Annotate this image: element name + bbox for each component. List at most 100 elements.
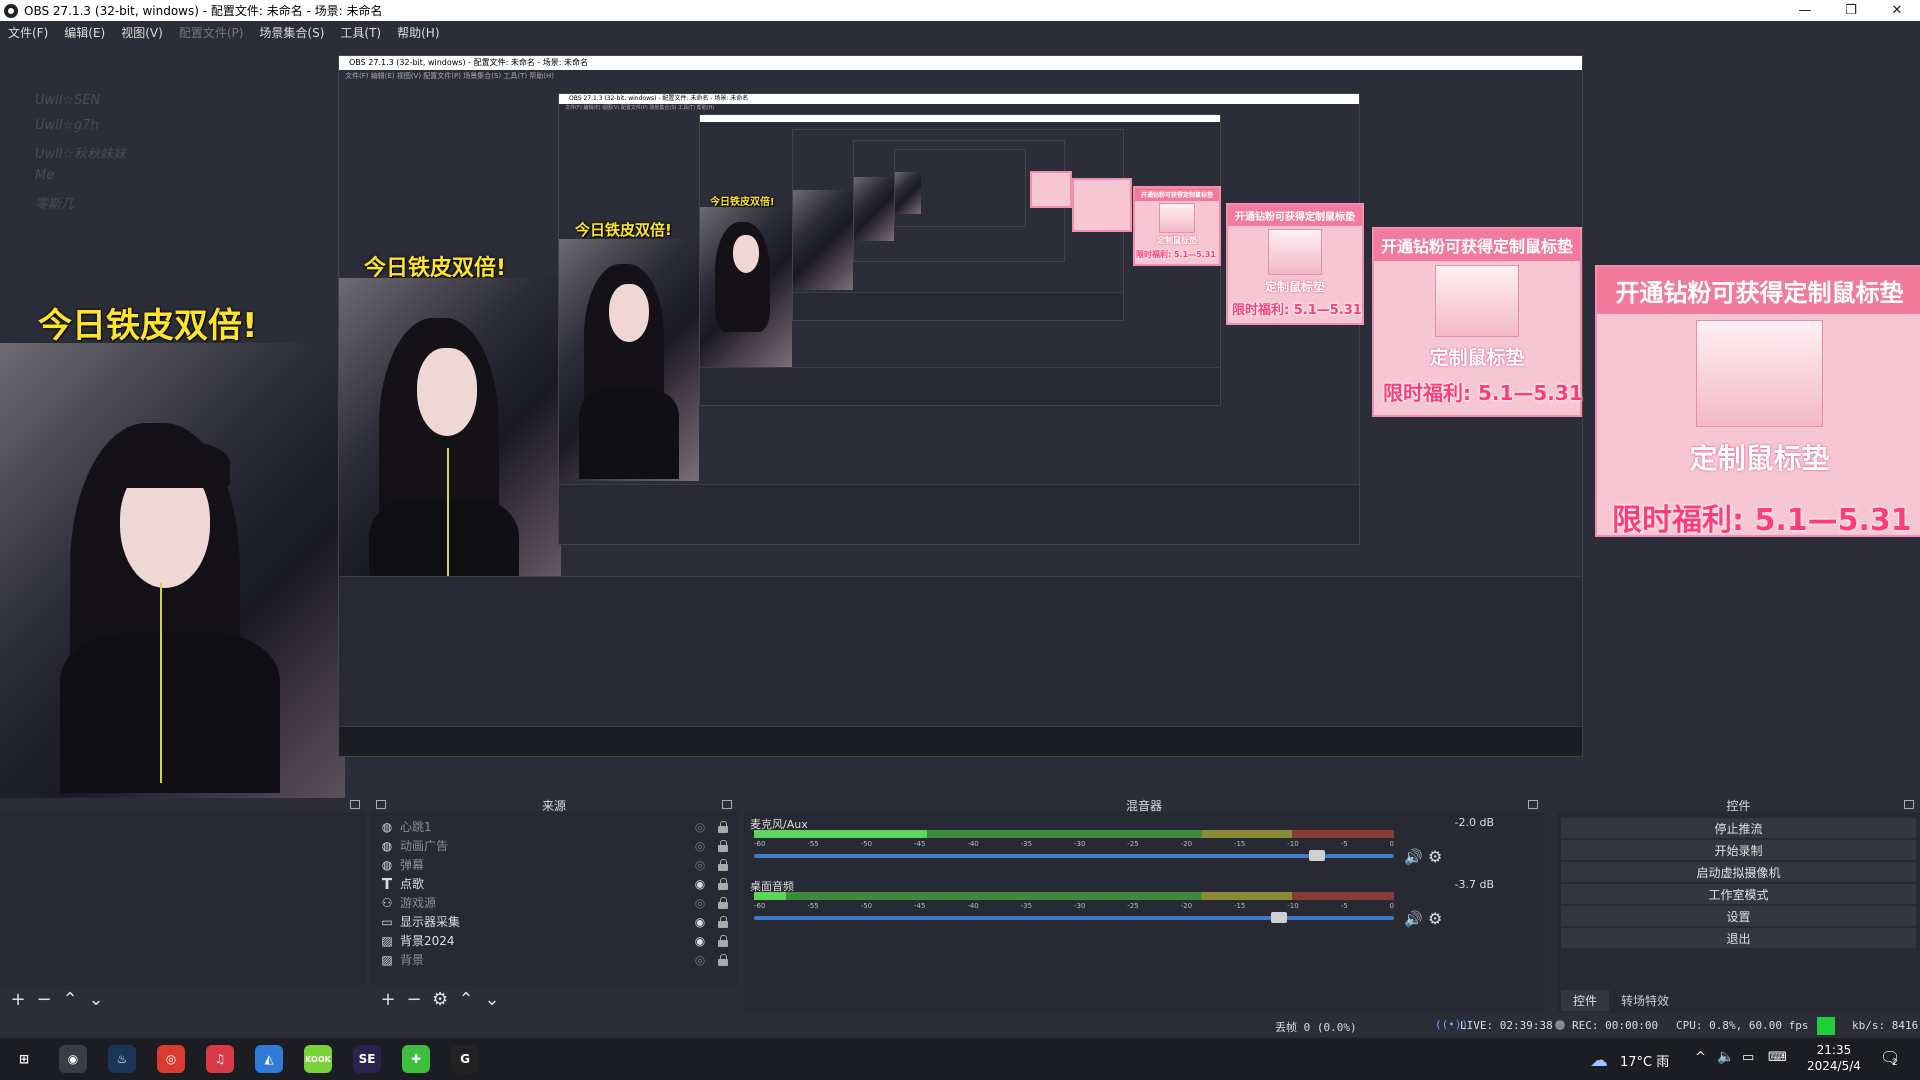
move-up-button[interactable]: ⌃ bbox=[62, 989, 78, 1010]
image-icon: ▨ bbox=[381, 952, 393, 967]
channel-db: -3.7 dB bbox=[1454, 878, 1495, 891]
menu-file[interactable]: 文件(F) bbox=[0, 24, 56, 41]
promo-card-label: 定制鼠标垫 bbox=[1689, 442, 1830, 475]
sources-header: 来源 bbox=[370, 798, 738, 813]
netease-music-icon[interactable]: ♫ bbox=[206, 1045, 234, 1073]
gear-icon[interactable]: ⚙ bbox=[432, 989, 448, 1010]
start-virtual-camera-button[interactable]: 启动虚拟摄像机 bbox=[1561, 862, 1916, 882]
remove-source-button[interactable]: − bbox=[406, 989, 422, 1010]
start-icon[interactable]: ⊞ bbox=[10, 1045, 38, 1073]
cloud-rain-icon: ☁ bbox=[1590, 1050, 1608, 1071]
weather-text[interactable]: 17°C 雨 bbox=[1620, 1051, 1669, 1070]
gamepad-icon: ⚇ bbox=[381, 895, 393, 910]
mixer-header: 混音器 bbox=[744, 798, 1544, 813]
source-item[interactable]: T 点歌 ◉ bbox=[370, 874, 738, 893]
minimize-button[interactable]: — bbox=[1782, 0, 1828, 21]
lock-icon[interactable] bbox=[718, 897, 728, 909]
tick-label: -5 bbox=[1340, 902, 1348, 910]
eye-icon[interactable]: ◉ bbox=[692, 877, 708, 891]
window-title: OBS 27.1.3 (32-bit, windows) - 配置文件: 未命名… bbox=[24, 4, 383, 18]
tray-chevron-icon[interactable]: ^ bbox=[1695, 1050, 1706, 1065]
source-item[interactable]: ▨ 背景 ◎ bbox=[370, 950, 738, 969]
nested-menu: 文件(F) 编辑(E) 视图(V) 配置文件(P) 场景集合(S) 工具(T) … bbox=[559, 104, 1359, 113]
obs-icon[interactable]: ◉ bbox=[59, 1045, 87, 1073]
lock-icon[interactable] bbox=[718, 916, 728, 928]
source-item[interactable]: ◍ 弹幕 ◎ bbox=[370, 855, 738, 874]
tab-controls[interactable]: 控件 bbox=[1561, 990, 1610, 1011]
steam-icon[interactable]: ♨ bbox=[108, 1045, 136, 1073]
keyboard-icon[interactable]: ⌨ bbox=[1768, 1050, 1787, 1065]
eye-hidden-icon[interactable]: ◎ bbox=[692, 820, 708, 834]
start-recording-button[interactable]: 开始录制 bbox=[1561, 840, 1916, 860]
remove-scene-button[interactable]: − bbox=[36, 989, 52, 1010]
promo-card-label: 定制鼠标垫 bbox=[1429, 347, 1525, 369]
volume-icon[interactable]: 🔈 bbox=[1717, 1049, 1734, 1065]
volume-meter bbox=[754, 830, 1394, 838]
lock-icon[interactable] bbox=[718, 840, 728, 852]
source-item[interactable]: ⚇ 游戏源 ◎ bbox=[370, 893, 738, 912]
add-scene-button[interactable]: + bbox=[10, 989, 26, 1010]
eye-hidden-icon[interactable]: ◎ bbox=[692, 858, 708, 872]
menu-scene-collection[interactable]: 场景集合(S) bbox=[251, 24, 332, 41]
chrome-icon[interactable]: ◎ bbox=[157, 1045, 185, 1073]
notification-count: 2 bbox=[1892, 1058, 1898, 1068]
clock[interactable]: 21:35 2024/5/4 bbox=[1807, 1042, 1861, 1074]
rec-timer: REC: 00:00:00 bbox=[1572, 1019, 1659, 1032]
eye-hidden-icon[interactable]: ◎ bbox=[692, 896, 708, 910]
tick-label: -40 bbox=[967, 840, 979, 848]
tab-transitions[interactable]: 转场特效 bbox=[1609, 990, 1681, 1011]
studio-mode-button[interactable]: 工作室模式 bbox=[1561, 884, 1916, 904]
lock-icon[interactable] bbox=[718, 878, 728, 890]
green-app-icon[interactable]: ✚ bbox=[402, 1045, 430, 1073]
eye-icon[interactable]: ◉ bbox=[692, 915, 708, 929]
source-item[interactable]: ◍ 动画广告 ◎ bbox=[370, 836, 738, 855]
close-button[interactable]: ✕ bbox=[1874, 0, 1920, 21]
float-icon[interactable] bbox=[350, 800, 360, 809]
float-icon[interactable] bbox=[1904, 800, 1914, 809]
eye-icon[interactable]: ◉ bbox=[692, 934, 708, 948]
move-down-button[interactable]: ⌄ bbox=[484, 989, 500, 1010]
float-icon[interactable] bbox=[722, 800, 732, 809]
add-source-button[interactable]: + bbox=[380, 989, 396, 1010]
fader-thumb[interactable] bbox=[1270, 912, 1287, 923]
volume-fader[interactable] bbox=[754, 912, 1394, 923]
tick-label: -55 bbox=[807, 902, 819, 910]
settings-button[interactable]: 设置 bbox=[1561, 906, 1916, 926]
eye-hidden-icon[interactable]: ◎ bbox=[692, 953, 708, 967]
source-item[interactable]: ◍ 心跳1 ◎ bbox=[370, 817, 738, 836]
move-down-button[interactable]: ⌄ bbox=[88, 989, 104, 1010]
kook-icon[interactable]: KOOK bbox=[304, 1045, 332, 1073]
lock-icon[interactable] bbox=[718, 859, 728, 871]
maximize-button[interactable]: ❐ bbox=[1828, 0, 1874, 21]
menu-view[interactable]: 视图(V) bbox=[113, 24, 171, 41]
menu-tools[interactable]: 工具(T) bbox=[332, 24, 389, 41]
se-icon[interactable]: SE bbox=[353, 1045, 381, 1073]
nested-taskbar bbox=[339, 726, 1582, 756]
speaker-icon[interactable]: 🔊 bbox=[1404, 848, 1423, 866]
menu-help[interactable]: 帮助(H) bbox=[389, 24, 447, 41]
move-up-button[interactable]: ⌃ bbox=[458, 989, 474, 1010]
lock-icon[interactable] bbox=[718, 935, 728, 947]
network-icon[interactable]: ▭ bbox=[1742, 1050, 1754, 1065]
float-icon[interactable] bbox=[376, 800, 386, 809]
cpu-fps: CPU: 0.8%, 60.00 fps bbox=[1676, 1019, 1809, 1032]
eye-hidden-icon[interactable]: ◎ bbox=[692, 839, 708, 853]
speaker-icon[interactable]: 🔊 bbox=[1404, 910, 1423, 928]
menu-edit[interactable]: 编辑(E) bbox=[56, 24, 113, 41]
source-item[interactable]: ▨ 背景2024 ◉ bbox=[370, 931, 738, 950]
lock-icon[interactable] bbox=[718, 821, 728, 833]
gear-icon[interactable]: ⚙ bbox=[1428, 909, 1442, 928]
volume-fader[interactable] bbox=[754, 850, 1394, 861]
source-item[interactable]: ▭ 显示器采集 ◉ bbox=[370, 912, 738, 931]
gear-icon[interactable]: ⚙ bbox=[1428, 847, 1442, 866]
fader-thumb[interactable] bbox=[1309, 850, 1326, 861]
mousepad-image bbox=[1268, 229, 1322, 275]
app-blue-icon[interactable]: ◭ bbox=[255, 1045, 283, 1073]
float-icon[interactable] bbox=[1528, 800, 1538, 809]
image-icon: ▨ bbox=[381, 933, 393, 948]
lock-icon[interactable] bbox=[718, 954, 728, 966]
stop-streaming-button[interactable]: 停止推流 bbox=[1561, 818, 1916, 838]
logitech-icon[interactable]: G bbox=[451, 1045, 479, 1073]
preview-canvas[interactable]: Uwll☆SEN Uwll☆g7h Uwll☆秋秋妹妹 Me 零斯几 今日铁皮双… bbox=[0, 43, 1920, 803]
exit-button[interactable]: 退出 bbox=[1561, 928, 1916, 948]
